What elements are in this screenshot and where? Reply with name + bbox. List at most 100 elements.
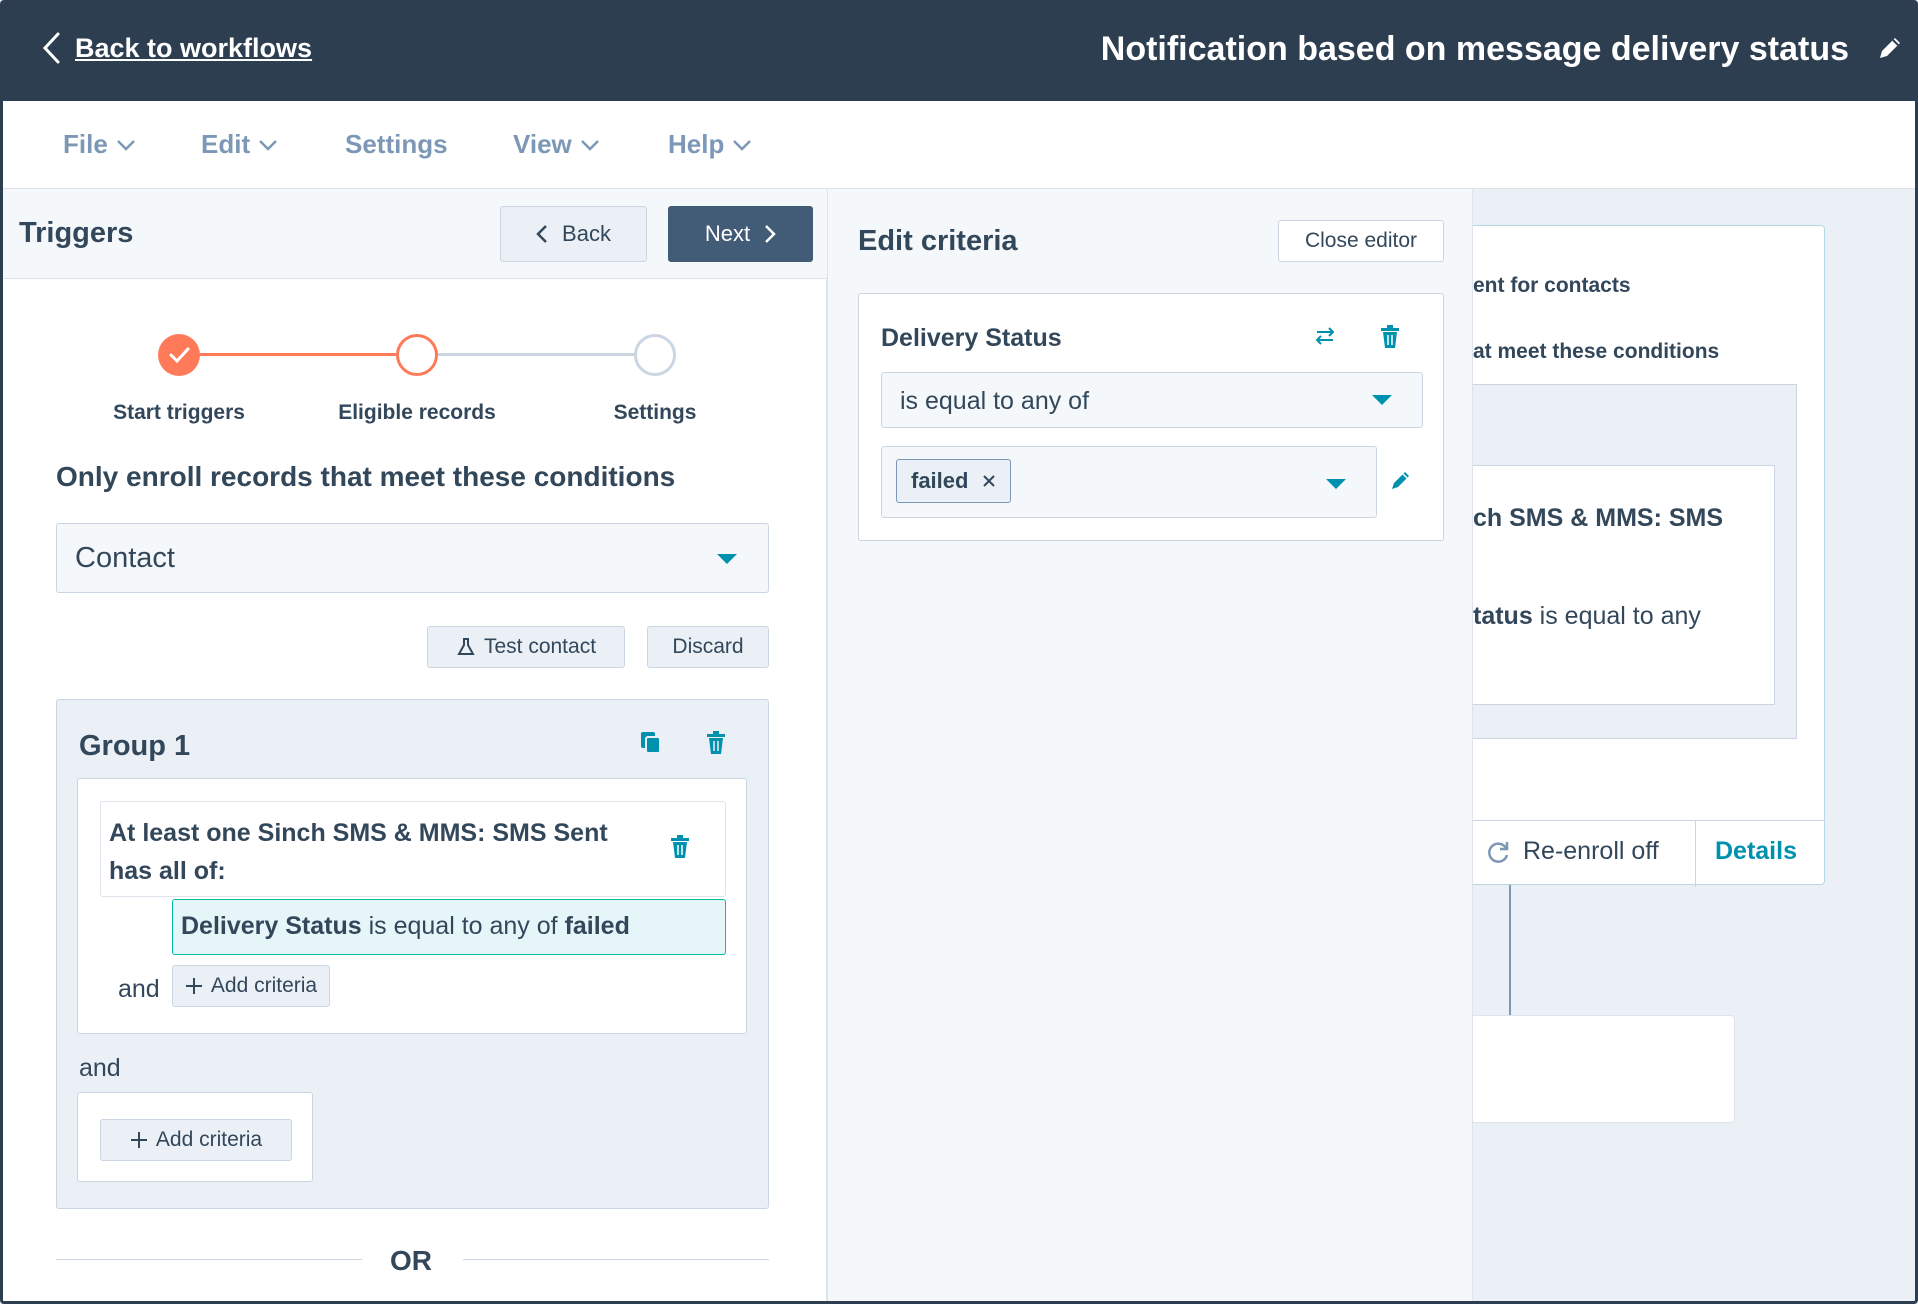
next-button[interactable]: Next bbox=[668, 206, 813, 262]
enroll-heading: Only enroll records that meet these cond… bbox=[56, 461, 676, 492]
association-condition[interactable]: At least one Sinch SMS & MMS: SMS Sent h… bbox=[100, 801, 726, 897]
clone-icon[interactable] bbox=[639, 730, 663, 756]
plus-icon bbox=[130, 1132, 147, 1148]
triggers-panel: Triggers Back Next Start triggers Eligib… bbox=[3, 189, 827, 1301]
test-contact-button[interactable]: Test contact bbox=[427, 626, 625, 668]
flask-icon bbox=[457, 638, 475, 655]
or-divider: OR bbox=[56, 1239, 769, 1279]
association-condition-text: At least one Sinch SMS & MMS: SMS Sent h… bbox=[109, 819, 608, 885]
workflow-title: Notification based on message delivery s… bbox=[1100, 30, 1849, 68]
refresh-icon bbox=[1488, 841, 1509, 863]
edit-criteria-panel: Edit criteria Close editor Delivery Stat… bbox=[827, 189, 1473, 1301]
menu-edit-label: Edit bbox=[201, 129, 251, 159]
chevron-left-icon bbox=[536, 225, 547, 243]
criterion-operator: is equal to any of bbox=[368, 912, 565, 940]
property-name: Delivery Status bbox=[881, 324, 1062, 352]
discard-label: Discard bbox=[672, 635, 744, 658]
trigger-card[interactable]: ent for contacts at meet these condition… bbox=[1473, 225, 1825, 887]
menu-help-label: Help bbox=[668, 129, 725, 159]
close-editor-button[interactable]: Close editor bbox=[1278, 220, 1444, 262]
group-title: Group 1 bbox=[79, 730, 191, 762]
object-type-value: Contact bbox=[75, 542, 175, 574]
step-complete-dot[interactable] bbox=[158, 334, 200, 376]
progress-stepper: Start triggers Eligible records Settings bbox=[3, 279, 827, 439]
criterion-chip[interactable]: Delivery Status is equal to any of faile… bbox=[172, 899, 726, 955]
app-window: Back to workflows Notification based on … bbox=[0, 0, 1918, 1304]
workflow-connector bbox=[1509, 885, 1511, 1015]
pencil-icon[interactable] bbox=[1389, 468, 1413, 492]
step-upcoming-dot[interactable] bbox=[634, 334, 676, 376]
trash-icon[interactable] bbox=[1379, 324, 1401, 350]
step-label: Start triggers bbox=[113, 401, 245, 424]
back-button-label: Back bbox=[562, 221, 611, 246]
menu-file[interactable]: File bbox=[63, 129, 136, 160]
back-to-workflows-link[interactable]: Back to workflows bbox=[41, 31, 312, 65]
back-to-workflows-label: Back to workflows bbox=[75, 32, 313, 63]
menu-settings[interactable]: Settings bbox=[345, 129, 448, 160]
step-label: Eligible records bbox=[338, 401, 496, 424]
menu-help[interactable]: Help bbox=[668, 129, 752, 160]
value-select[interactable]: failed bbox=[881, 446, 1377, 518]
close-icon[interactable] bbox=[982, 474, 996, 488]
step-label: Settings bbox=[613, 401, 697, 424]
criterion-editor: Delivery Status is equal to any of faile… bbox=[858, 293, 1444, 541]
menu-bar: File Edit Settings View Help bbox=[3, 101, 1915, 189]
trigger-card-criterion: tatus is equal to any bbox=[1473, 602, 1701, 631]
value-tag: failed bbox=[896, 459, 1012, 503]
operator-value: is equal to any of bbox=[900, 387, 1090, 415]
editor-title: Edit criteria bbox=[858, 225, 1018, 257]
trigger-card-group: ch SMS & MMS: SMS tatus is equal to any bbox=[1473, 384, 1797, 739]
next-action-card[interactable] bbox=[1473, 1015, 1735, 1123]
trigger-card-line: ch SMS & MMS: SMS bbox=[1473, 504, 1724, 532]
value-tag-label: failed bbox=[911, 468, 969, 493]
chevron-down-icon bbox=[116, 139, 135, 151]
top-bar: Back to workflows Notification based on … bbox=[3, 3, 1915, 101]
details-link[interactable]: Details bbox=[1715, 837, 1797, 866]
menu-edit[interactable]: Edit bbox=[201, 129, 278, 160]
menu-view-label: View bbox=[513, 129, 572, 159]
reenroll-toggle[interactable]: Re-enroll off bbox=[1485, 837, 1659, 866]
or-label: OR bbox=[390, 1245, 432, 1276]
footer-divider bbox=[1695, 821, 1696, 887]
step-current-dot[interactable] bbox=[396, 334, 438, 376]
add-criteria-button[interactable]: Add criteria bbox=[100, 1119, 292, 1161]
trigger-card-criterion-property: tatus bbox=[1473, 602, 1533, 630]
chevron-left-icon bbox=[42, 32, 60, 64]
menu-view[interactable]: View bbox=[513, 129, 600, 160]
caret-down-icon bbox=[1372, 395, 1392, 405]
next-button-label: Next bbox=[704, 221, 751, 246]
pencil-icon[interactable] bbox=[1875, 33, 1905, 63]
back-button[interactable]: Back bbox=[500, 206, 647, 262]
chevron-down-icon bbox=[259, 139, 277, 151]
chevron-right-icon bbox=[765, 225, 776, 243]
test-contact-label: Test contact bbox=[483, 635, 597, 658]
panel-title: Triggers bbox=[19, 217, 134, 249]
trash-icon[interactable] bbox=[669, 834, 691, 860]
step-connector bbox=[438, 353, 634, 356]
add-criteria-button[interactable]: Add criteria bbox=[172, 965, 330, 1007]
swap-icon[interactable] bbox=[1313, 324, 1337, 348]
add-criteria-label: Add criteria bbox=[210, 974, 318, 997]
and-label: and bbox=[118, 975, 160, 1003]
checkmark-icon bbox=[169, 347, 190, 364]
add-criteria-block: Add criteria bbox=[77, 1092, 313, 1182]
add-criteria-label: Add criteria bbox=[155, 1128, 263, 1151]
trigger-card-line: at meet these conditions bbox=[1473, 340, 1720, 363]
operator-select[interactable]: is equal to any of bbox=[881, 372, 1423, 428]
menu-file-label: File bbox=[63, 129, 108, 159]
triggers-panel-header: Triggers Back Next bbox=[3, 189, 827, 279]
or-line bbox=[463, 1259, 769, 1260]
object-type-select[interactable]: Contact bbox=[56, 523, 769, 593]
filter-group: Group 1 At least one Sinch SMS & MMS: SM… bbox=[56, 699, 769, 1209]
trash-icon[interactable] bbox=[705, 730, 727, 756]
discard-button[interactable]: Discard bbox=[647, 626, 769, 668]
close-editor-label: Close editor bbox=[1304, 229, 1418, 252]
trigger-card-footer: Re-enroll off Details bbox=[1473, 820, 1825, 887]
caret-down-icon bbox=[1326, 479, 1346, 489]
trigger-card-line: ent for contacts bbox=[1473, 274, 1631, 297]
chevron-down-icon bbox=[580, 139, 599, 151]
condition-block: At least one Sinch SMS & MMS: SMS Sent h… bbox=[77, 778, 747, 1034]
caret-down-icon bbox=[717, 554, 737, 564]
menu-settings-label: Settings bbox=[345, 129, 448, 159]
and-label: and bbox=[79, 1054, 121, 1082]
